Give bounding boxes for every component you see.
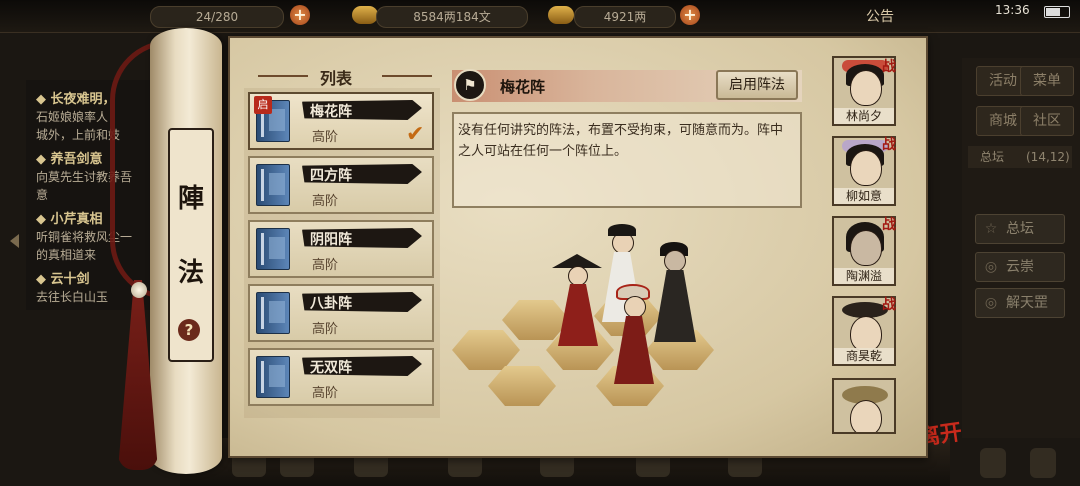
checkmark-icon: ✔ (406, 122, 425, 147)
book-icon (256, 292, 290, 334)
formation-description: 没有任何讲究的阵法，布置不受拘束，可随意而为。阵中之人可站在任何一个阵位上。 (458, 123, 784, 159)
community-button[interactable]: 社区 (1020, 106, 1074, 136)
star-icon: ☆ (984, 221, 998, 237)
roster-name: 柳如意 (834, 188, 894, 204)
bottom-icon-9[interactable] (1030, 448, 1056, 478)
quest-description: 去往长白山玉 (36, 290, 109, 304)
active-badge: 启 (254, 96, 272, 114)
help-button[interactable]: ? (178, 319, 200, 341)
system-clock: 13:36 (995, 3, 1030, 17)
formation-tier: 高阶 (312, 258, 339, 273)
scroll-title-char-2: 法 (178, 258, 205, 288)
formation-name: 无双阵 (310, 360, 352, 376)
detail-formation-name: 梅花阵 (500, 78, 546, 96)
portrait-face (850, 150, 882, 186)
roster-name: 林尚夕 (834, 108, 894, 124)
stamina-value: 24/280 (195, 10, 239, 24)
formation-tier: 高阶 (312, 194, 339, 209)
header-ornament-right (382, 75, 432, 77)
activate-formation-button[interactable]: 启用阵法 (716, 70, 798, 100)
formation-flag-icon: ⚑ (454, 69, 486, 101)
portrait-face (850, 400, 882, 432)
nav-npc-jietiangang-label: 解天罡 (1006, 295, 1048, 311)
formation-tier: 高阶 (312, 322, 339, 337)
nav-npc-jietiangang-button[interactable]: ◎ 解天罡 (975, 288, 1065, 318)
location-readout: 总坛 (14,12) (968, 146, 1072, 168)
silver-coin-icon (352, 6, 378, 24)
formation-name: 梅花阵 (310, 104, 352, 120)
battle-mark: 战 (882, 137, 896, 153)
formation-item[interactable]: 八卦阵 高阶 (248, 284, 434, 342)
collapse-arrow-icon[interactable] (10, 234, 19, 248)
formation-tier: 高阶 (312, 130, 339, 145)
formation-item[interactable]: 阴阳阵 高阶 (248, 220, 434, 278)
stamina-counter: 24/280 (150, 6, 284, 28)
roster-member[interactable] (832, 378, 896, 434)
roster-name: 陶渊溢 (834, 268, 894, 284)
add-gold-button[interactable]: + (680, 5, 700, 25)
nav-headquarters-button[interactable]: ☆ 总坛 (975, 214, 1065, 244)
notice-button[interactable]: 公告 (866, 6, 894, 26)
formation-item[interactable]: 启 梅花阵 高阶 ✔ (248, 92, 434, 150)
scroll-title-char-1: 陣 (178, 184, 205, 214)
menu-button[interactable]: 菜单 (1020, 66, 1074, 96)
location-label: 总坛 (980, 150, 1005, 164)
quest-title[interactable]: ◆ 养吾剑意 (36, 148, 103, 167)
formation-character-straw-hat[interactable] (552, 252, 604, 352)
nav-npc-yunchong-label: 云崇 (1006, 259, 1034, 275)
location-coords: (14,12) (1026, 150, 1070, 164)
nav-npc-yunchong-button[interactable]: ◎ 云崇 (975, 252, 1065, 282)
formation-tier: 高阶 (312, 386, 339, 401)
person-icon: ◎ (984, 295, 998, 311)
silver-counter: 8584两184文 (376, 6, 528, 28)
list-title: 列表 (320, 69, 353, 88)
formation-name: 八卦阵 (310, 296, 352, 312)
gold-ingot-icon (548, 6, 574, 24)
add-stamina-button[interactable]: + (290, 5, 310, 25)
battle-mark: 战 (882, 297, 896, 313)
bottom-icon-8[interactable] (980, 448, 1006, 478)
person-icon: ◎ (984, 259, 998, 275)
quest-description: 意 (36, 188, 49, 202)
formation-name: 四方阵 (310, 168, 352, 184)
book-icon (256, 228, 290, 270)
book-icon (256, 164, 290, 206)
formation-character-lion-crown[interactable] (610, 284, 658, 386)
formation-item[interactable]: 无双阵 高阶 (248, 348, 434, 406)
nav-headquarters-label: 总坛 (1006, 221, 1034, 237)
gold-counter: 4921两 (574, 6, 676, 28)
roster-name: 商昊乾 (834, 348, 894, 364)
formation-item[interactable]: 四方阵 高阶 (248, 156, 434, 214)
gold-value: 4921两 (603, 10, 647, 24)
tassel-bead (131, 282, 147, 298)
quest-description: 的真相道来 (36, 248, 97, 262)
quest-description: 石姬娘娘率人 (36, 110, 109, 124)
quest-title[interactable]: ◆ 云十剑 (36, 268, 90, 287)
silver-value: 8584两184文 (413, 10, 491, 24)
quest-title[interactable]: ◆ 小芹真相 (36, 208, 103, 227)
portrait-face (850, 70, 882, 106)
battery-icon (1044, 6, 1070, 18)
book-icon (256, 356, 290, 398)
battle-mark: 战 (882, 59, 896, 75)
portrait-face (850, 316, 882, 352)
quest-title[interactable]: ◆ 长夜难明， (36, 88, 116, 107)
portrait-face (850, 230, 882, 266)
header-ornament-left (258, 75, 308, 77)
formation-character-masked[interactable] (652, 242, 698, 346)
quest-description: 城外，上前和妓 (36, 128, 121, 142)
formation-name: 阴阳阵 (310, 232, 352, 248)
battle-mark: 战 (882, 217, 896, 233)
